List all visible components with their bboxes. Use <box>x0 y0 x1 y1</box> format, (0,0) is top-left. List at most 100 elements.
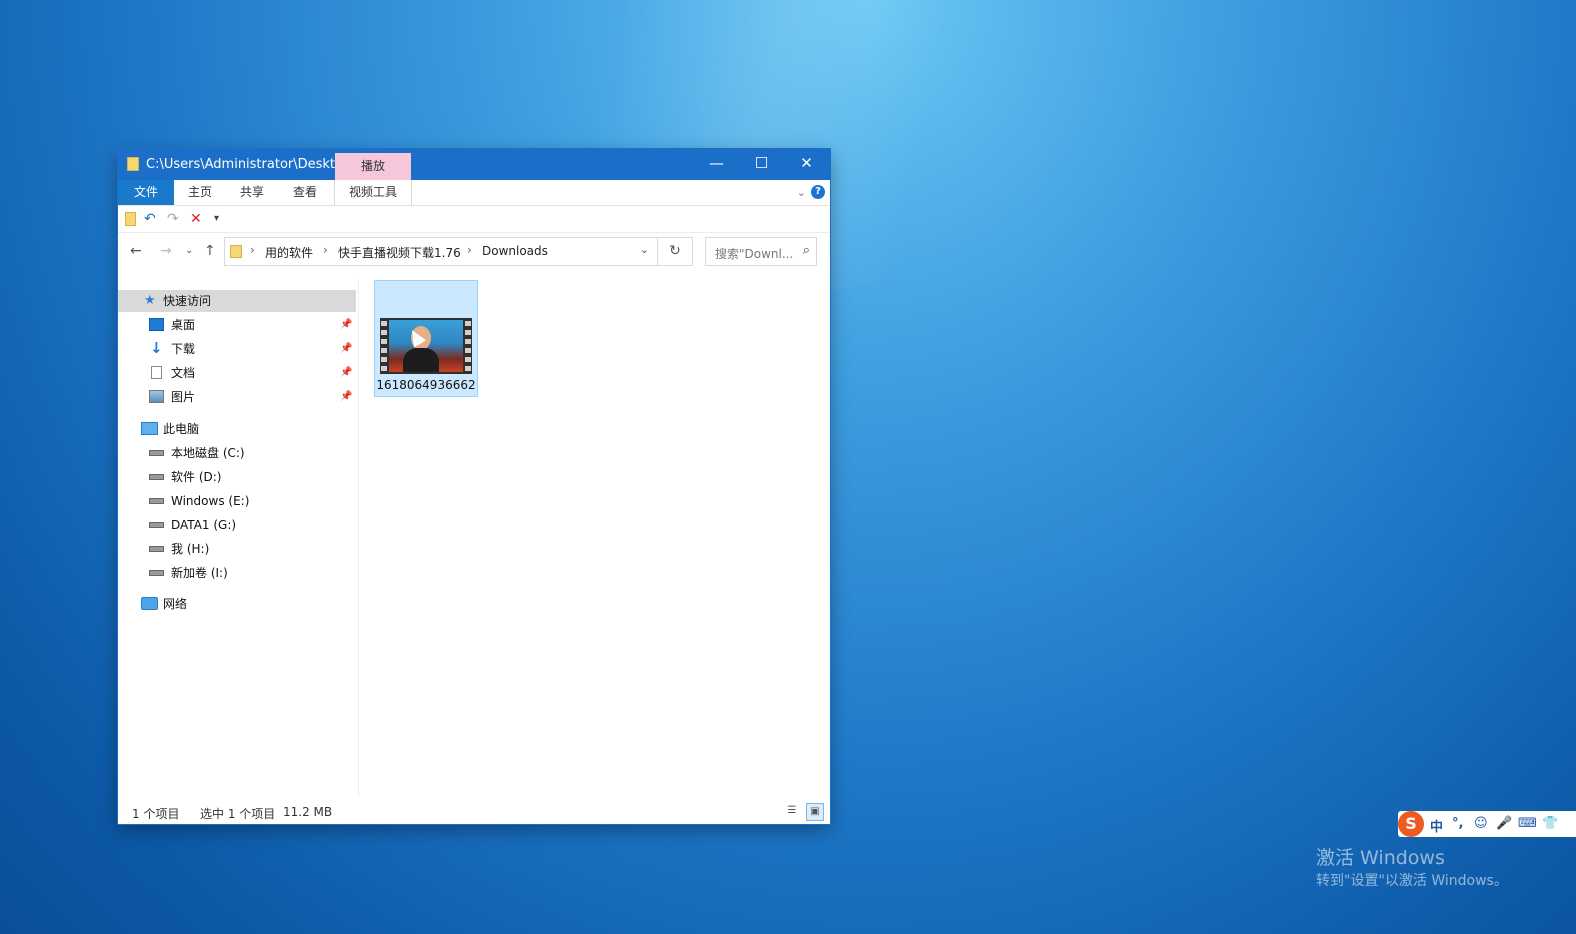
film-strip-holes <box>465 321 471 371</box>
sidebar-item-drive-g[interactable]: DATA1 (G:) <box>118 514 356 536</box>
item-count: 1 个项目 <box>132 807 180 821</box>
breadcrumb-item[interactable]: Downloads <box>482 244 548 258</box>
pin-icon[interactable]: 📌 <box>340 338 352 360</box>
sidebar-item-label: 软件 (D:) <box>171 470 222 484</box>
sidebar-item-label: 本地磁盘 (C:) <box>171 446 245 460</box>
sogou-logo-icon[interactable]: S <box>1398 811 1424 837</box>
navigation-bar: ← → ⌄ ↑ › 用的软件 › 快手直播视频下载1.76 › Download… <box>118 233 830 271</box>
sidebar-item-documents[interactable]: 文档 📌 <box>118 362 356 384</box>
sidebar-item-label: 桌面 <box>171 318 196 332</box>
drive-icon <box>149 474 164 480</box>
pictures-icon <box>149 390 164 403</box>
redo-icon[interactable]: ↷ <box>167 211 179 227</box>
forward-arrow-icon[interactable]: → <box>160 243 172 259</box>
customize-qat-icon[interactable]: ▾ <box>214 211 219 227</box>
details-view-icon[interactable]: ☰ <box>783 803 801 821</box>
tab-home[interactable]: 主页 <box>174 180 226 205</box>
file-name: 1618064936662 <box>376 378 476 392</box>
sidebar-item-desktop[interactable]: 桌面 📌 <box>118 314 356 336</box>
pin-icon[interactable]: 📌 <box>340 362 352 384</box>
skin-icon[interactable]: 👕 <box>1542 816 1558 831</box>
computer-icon <box>141 422 158 435</box>
maximize-button[interactable]: ☐ <box>739 149 784 180</box>
recent-locations-icon[interactable]: ⌄ <box>185 245 193 256</box>
punctuation-icon[interactable]: °, <box>1452 816 1463 831</box>
selected-size: 11.2 MB <box>283 805 333 819</box>
sidebar-item-drive-e[interactable]: Windows (E:) <box>118 490 356 512</box>
drive-icon <box>149 498 164 504</box>
microphone-icon[interactable]: 🎤 <box>1496 816 1512 831</box>
pane-divider[interactable] <box>358 279 359 797</box>
sidebar-item-this-pc[interactable]: 此电脑 <box>118 418 356 440</box>
ime-toolbar: S 中 °, ☺ 🎤 ⌨ 👕 <box>1398 811 1576 837</box>
sidebar-item-label: 快速访问 <box>163 294 212 308</box>
sidebar-item-label: 网络 <box>163 597 188 611</box>
sidebar-item-label: 新加卷 (I:) <box>171 566 228 580</box>
breadcrumb-item[interactable]: 快手直播视频下载1.76 <box>338 244 461 261</box>
tab-view[interactable]: 查看 <box>278 180 332 205</box>
delete-icon[interactable]: ✕ <box>190 211 202 227</box>
title-bar[interactable]: C:\Users\Administrator\Deskto... 播放 — ☐ … <box>118 149 830 180</box>
video-frame <box>389 320 463 372</box>
folder-icon <box>127 157 139 171</box>
sidebar-item-label: 下载 <box>171 342 196 356</box>
quick-access-toolbar: ↶ ↷ ✕ ▾ <box>118 206 830 233</box>
sidebar-item-label: 图片 <box>171 390 196 404</box>
drive-icon <box>149 450 164 456</box>
context-tab-play[interactable]: 播放 <box>335 153 411 180</box>
video-thumbnail <box>380 318 472 374</box>
sidebar-item-drive-h[interactable]: 我 (H:) <box>118 538 356 560</box>
document-icon <box>151 366 162 379</box>
activation-watermark-subtitle: 转到"设置"以激活 Windows。 <box>1316 873 1508 889</box>
up-arrow-icon[interactable]: ↑ <box>204 243 216 259</box>
search-placeholder: 搜索"Downl... <box>715 247 794 261</box>
tab-video-tools[interactable]: 视频工具 <box>334 180 412 205</box>
sidebar-item-network[interactable]: 网络 <box>118 593 356 615</box>
minimize-button[interactable]: — <box>694 149 739 180</box>
back-arrow-icon[interactable]: ← <box>130 243 142 259</box>
chevron-right-icon[interactable]: › <box>467 243 472 257</box>
undo-icon[interactable]: ↶ <box>144 211 156 227</box>
drive-icon <box>149 546 164 552</box>
sidebar-item-label: 文档 <box>171 366 196 380</box>
chevron-right-icon[interactable]: › <box>250 243 255 257</box>
drive-icon <box>149 570 164 576</box>
keyboard-icon[interactable]: ⌨ <box>1518 816 1537 831</box>
breadcrumb-item[interactable]: 用的软件 <box>265 244 313 261</box>
sidebar-item-drive-i[interactable]: 新加卷 (I:) <box>118 562 356 584</box>
film-strip-holes <box>381 321 387 371</box>
chevron-down-icon[interactable]: ⌄ <box>640 243 649 256</box>
refresh-button[interactable]: ↻ <box>658 237 693 266</box>
sidebar-item-downloads[interactable]: ↓ 下载 📌 <box>118 338 356 360</box>
person-body <box>403 348 439 372</box>
ime-mode-icon[interactable]: 中 <box>1430 816 1443 835</box>
sidebar-item-drive-c[interactable]: 本地磁盘 (C:) <box>118 442 356 464</box>
activation-watermark-title: 激活 Windows <box>1316 847 1445 869</box>
selected-count: 选中 1 个项目 <box>200 807 276 821</box>
large-icons-view-icon[interactable]: ▣ <box>806 803 824 821</box>
chevron-right-icon[interactable]: › <box>323 243 328 257</box>
sidebar-item-quick-access[interactable]: ★ 快速访问 <box>118 290 356 312</box>
sidebar-item-pictures[interactable]: 图片 📌 <box>118 386 356 408</box>
properties-icon[interactable] <box>125 212 136 226</box>
sidebar-item-label: Windows (E:) <box>171 494 250 508</box>
emoji-icon[interactable]: ☺ <box>1474 816 1488 831</box>
pin-icon[interactable]: 📌 <box>340 386 352 408</box>
address-bar[interactable]: › 用的软件 › 快手直播视频下载1.76 › Downloads ⌄ <box>224 237 658 266</box>
sidebar-item-label: 我 (H:) <box>171 542 210 556</box>
search-input[interactable]: 搜索"Downl... ⌕ <box>705 237 817 266</box>
help-icon[interactable]: ? <box>811 185 825 199</box>
status-bar: 1 个项目 选中 1 个项目 11.2 MB ☰ ▣ <box>118 800 830 824</box>
search-icon: ⌕ <box>802 243 810 258</box>
ribbon-tabs: 文件 主页 共享 查看 视频工具 ⌄ ? <box>118 180 830 206</box>
close-button[interactable]: ✕ <box>784 149 829 180</box>
pin-icon[interactable]: 📌 <box>340 314 352 336</box>
explorer-window: C:\Users\Administrator\Deskto... 播放 — ☐ … <box>118 149 830 824</box>
file-item-video[interactable]: 1618064936662 <box>374 280 478 397</box>
download-arrow-icon: ↓ <box>150 339 163 357</box>
sidebar-item-drive-d[interactable]: 软件 (D:) <box>118 466 356 488</box>
sidebar-item-label: DATA1 (G:) <box>171 518 237 532</box>
tab-share[interactable]: 共享 <box>226 180 278 205</box>
tab-file[interactable]: 文件 <box>118 180 174 205</box>
chevron-down-icon[interactable]: ⌄ <box>797 186 806 199</box>
